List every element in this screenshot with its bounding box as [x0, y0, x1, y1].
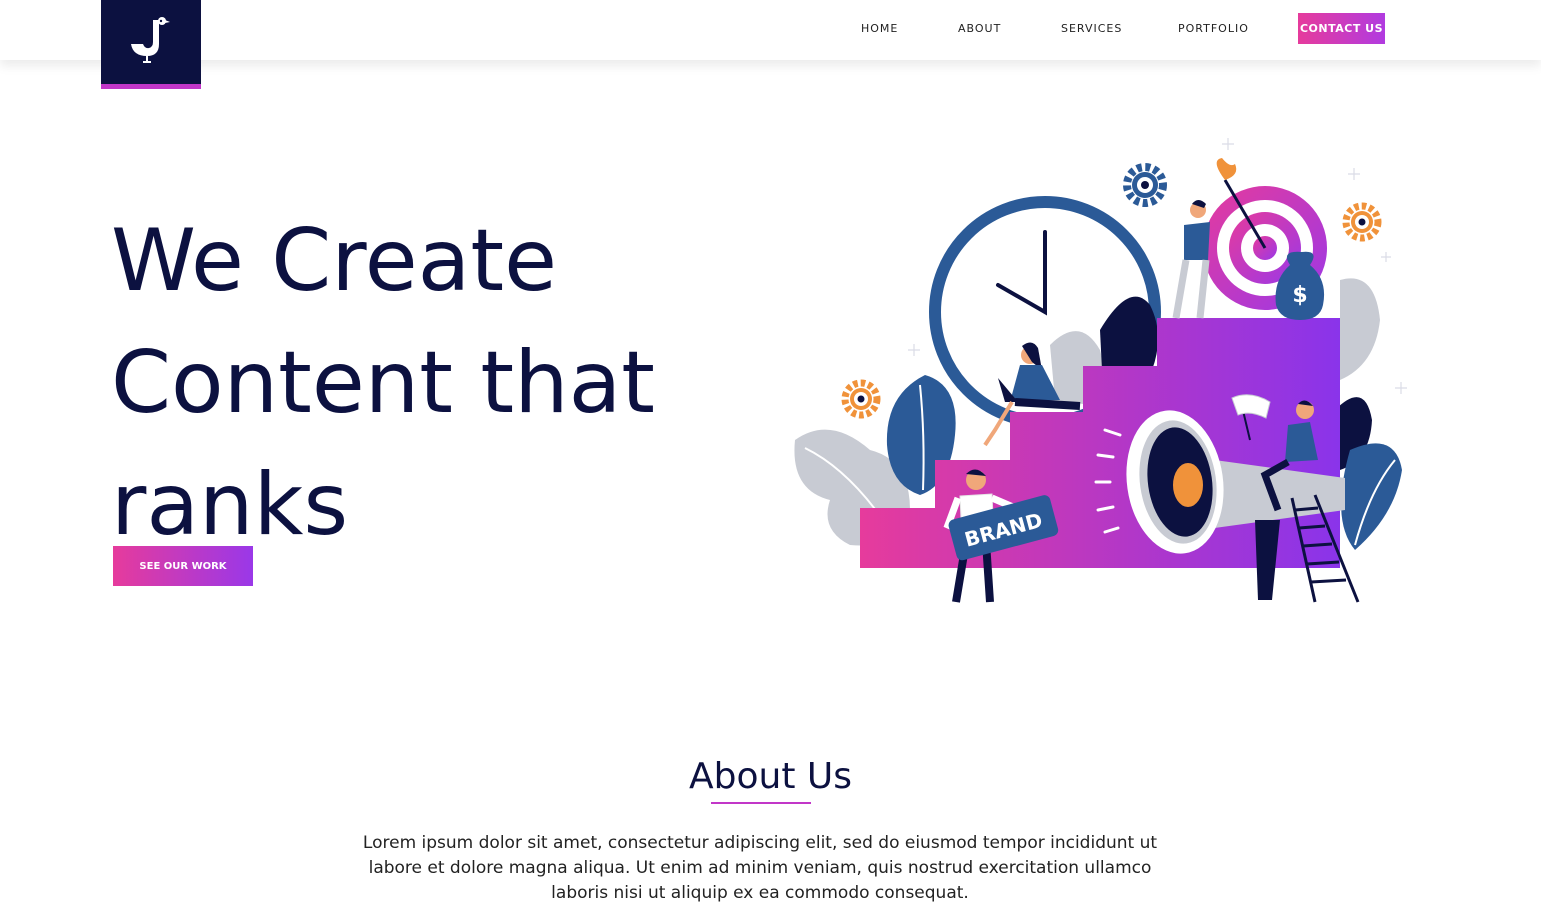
hero-headline: We Create Content that ranks — [111, 211, 656, 555]
nav-home-link[interactable]: HOME — [861, 22, 898, 35]
bird-logo-icon — [131, 17, 170, 63]
gear-icon-orange-right — [1342, 202, 1382, 242]
about-paragraph: Lorem ipsum dolor sit amet, consectetur … — [362, 833, 1158, 903]
nav-about-link[interactable]: ABOUT — [958, 22, 1001, 35]
about-heading-underline — [711, 802, 811, 804]
nav-services-link[interactable]: SERVICES — [1061, 22, 1122, 35]
svg-text:$: $ — [1292, 283, 1307, 308]
about-heading: About Us — [689, 756, 852, 797]
gear-icon-orange-left — [841, 379, 881, 419]
person-aiming-icon — [1172, 200, 1210, 319]
top-navbar: HOME ABOUT SERVICES PORTFOLIO CONTACT US — [0, 0, 1541, 60]
nav-portfolio-link[interactable]: PORTFOLIO — [1178, 22, 1249, 35]
contact-us-button[interactable]: CONTACT US — [1298, 13, 1385, 44]
gear-icon-blue — [1123, 163, 1167, 207]
leaf-right-blue — [1341, 443, 1402, 550]
main-nav: HOME ABOUT SERVICES PORTFOLIO CONTACT US — [0, 0, 1541, 60]
see-our-work-button[interactable]: SEE OUR WORK — [113, 546, 253, 586]
marketing-illustration: $ BRAND — [794, 138, 1407, 603]
site-logo[interactable] — [101, 0, 201, 89]
